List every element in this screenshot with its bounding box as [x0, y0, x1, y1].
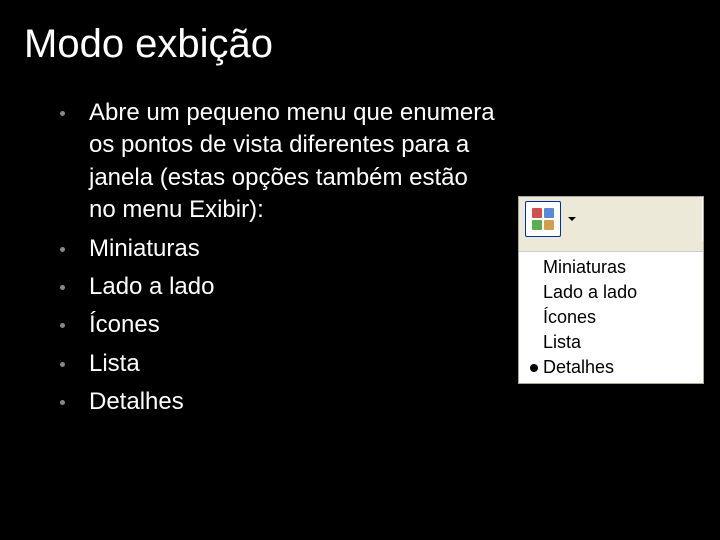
- item-text: Miniaturas: [89, 233, 200, 265]
- menu-item-label: Ícones: [543, 307, 596, 328]
- menu-item-label: Miniaturas: [543, 257, 626, 278]
- bullet-icon: [60, 323, 65, 328]
- list-item: Lista: [60, 348, 500, 380]
- views-button[interactable]: [525, 201, 561, 237]
- menu-item-label: Lado a lado: [543, 282, 637, 303]
- views-menu: Miniaturas Lado a lado Ícones Lista Deta…: [518, 196, 704, 384]
- list-item: Lado a lado: [60, 271, 500, 303]
- list-item: Miniaturas: [60, 233, 500, 265]
- view-options-list: Miniaturas Lado a lado Ícones Lista Deta…: [519, 251, 703, 383]
- menu-item-label: Detalhes: [543, 357, 614, 378]
- list-item: Detalhes: [60, 386, 500, 418]
- menu-item-label: Lista: [543, 332, 581, 353]
- toolbar-row: [519, 197, 703, 241]
- bullet-icon: [60, 285, 65, 290]
- item-text: Ícones: [89, 309, 160, 341]
- bullet-icon: [60, 247, 65, 252]
- chevron-down-icon[interactable]: [565, 201, 579, 237]
- bullet-icon: [60, 400, 65, 405]
- menu-item-lista[interactable]: Lista: [521, 330, 701, 355]
- radio-icon: [525, 364, 543, 372]
- views-icon: [532, 208, 554, 230]
- slide-title: Modo exbição: [0, 0, 720, 67]
- bullet-icon: [60, 111, 65, 116]
- bullet-list: Abre um pequeno menu que enumera os pont…: [0, 67, 500, 419]
- item-text: Lado a lado: [89, 271, 214, 303]
- list-item: Abre um pequeno menu que enumera os pont…: [60, 97, 500, 227]
- list-item: Ícones: [60, 309, 500, 341]
- menu-item-icones[interactable]: Ícones: [521, 305, 701, 330]
- separator: [519, 241, 703, 251]
- item-text: Abre um pequeno menu que enumera os pont…: [89, 97, 500, 227]
- menu-item-detalhes[interactable]: Detalhes: [521, 355, 701, 380]
- menu-item-lado-a-lado[interactable]: Lado a lado: [521, 280, 701, 305]
- menu-item-miniaturas[interactable]: Miniaturas: [521, 255, 701, 280]
- item-text: Lista: [89, 348, 140, 380]
- bullet-icon: [60, 362, 65, 367]
- item-text: Detalhes: [89, 386, 184, 418]
